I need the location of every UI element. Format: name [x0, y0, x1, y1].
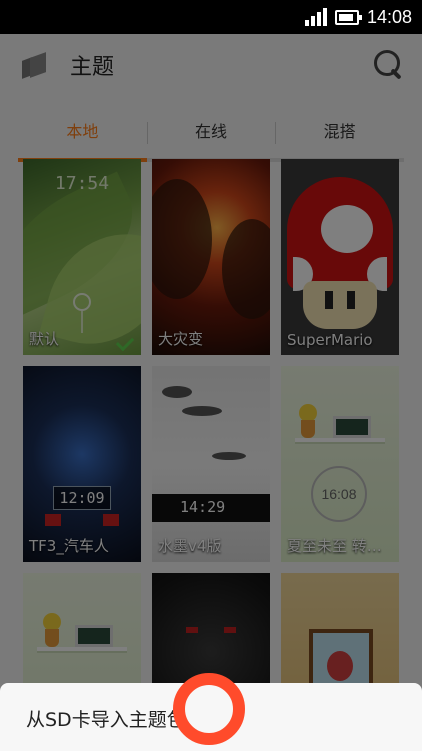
import-from-sd-item[interactable]: 从SD卡导入主题包: [26, 705, 186, 732]
status-time: 14:08: [366, 6, 412, 27]
dim-overlay[interactable]: [0, 34, 422, 751]
status-bar: 14:08: [0, 0, 422, 34]
signal-icon: [304, 8, 327, 26]
battery-icon: [334, 9, 362, 25]
touch-indicator: [173, 673, 245, 745]
